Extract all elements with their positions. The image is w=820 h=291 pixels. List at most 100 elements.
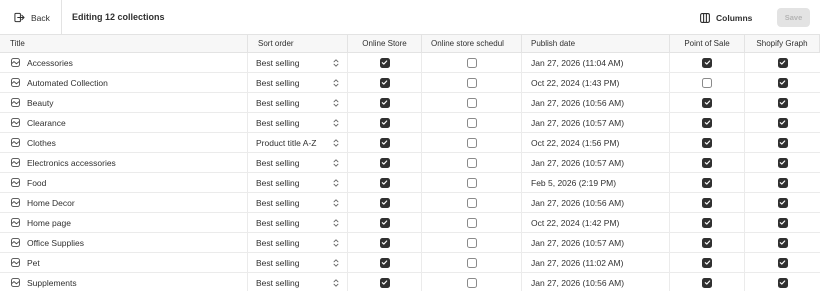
publish-date-cell[interactable]: Jan 27, 2026 (10:57 AM) (522, 113, 670, 132)
online-store-checkbox[interactable] (379, 257, 390, 268)
sort-order-select[interactable]: Product title A-Z (248, 133, 348, 152)
online-store-checkbox[interactable] (379, 117, 390, 128)
online-store-checkbox[interactable] (379, 277, 390, 288)
online-store-schedule-checkbox[interactable] (466, 57, 477, 68)
title-cell[interactable]: Office Supplies (0, 233, 248, 252)
sort-order-select[interactable]: Best selling (248, 253, 348, 272)
shopify-graph-checkbox[interactable] (777, 237, 788, 248)
publish-date-value: Jan 27, 2026 (10:57 AM) (531, 157, 625, 168)
sort-order-select[interactable]: Best selling (248, 153, 348, 172)
publish-date-cell[interactable]: Oct 22, 2024 (1:43 PM) (522, 73, 670, 92)
point-of-sale-checkbox[interactable] (702, 177, 712, 188)
online-store-schedule-checkbox[interactable] (466, 237, 477, 248)
column-header-title[interactable]: Title (0, 35, 248, 52)
point-of-sale-checkbox[interactable] (702, 117, 712, 128)
publish-date-cell[interactable]: Jan 27, 2026 (10:57 AM) (522, 153, 670, 172)
online-store-schedule-checkbox[interactable] (466, 197, 477, 208)
sort-order-select[interactable]: Best selling (248, 173, 348, 192)
column-header-point-of-sale[interactable]: Point of Sale (670, 35, 745, 52)
online-store-schedule-checkbox[interactable] (466, 137, 477, 148)
shopify-graph-checkbox[interactable] (777, 137, 788, 148)
online-store-checkbox[interactable] (379, 137, 390, 148)
publish-date-cell[interactable]: Oct 22, 2024 (1:56 PM) (522, 133, 670, 152)
publish-date-cell[interactable]: Jan 27, 2026 (10:56 AM) (522, 93, 670, 112)
publish-date-cell[interactable]: Jan 27, 2026 (10:56 AM) (522, 193, 670, 212)
column-header-sort-order[interactable]: Sort order (248, 35, 348, 52)
sort-order-select[interactable]: Best selling (248, 53, 348, 72)
publish-date-cell[interactable]: Jan 27, 2026 (11:02 AM) (522, 253, 670, 272)
title-cell[interactable]: Home page (0, 213, 248, 232)
table-row: Electronics accessories Best selling Jan 2… (0, 153, 820, 173)
online-store-checkbox[interactable] (379, 237, 390, 248)
title-cell[interactable]: Food (0, 173, 248, 192)
column-header-online-store-schedule[interactable]: Online store schedul (422, 35, 522, 52)
point-of-sale-checkbox[interactable] (702, 57, 712, 68)
column-header-online-store[interactable]: Online Store (348, 35, 422, 52)
title-cell[interactable]: Beauty (0, 93, 248, 112)
sort-order-select[interactable]: Best selling (248, 113, 348, 132)
back-button[interactable]: Back (0, 0, 62, 35)
online-store-schedule-cell (422, 233, 522, 252)
online-store-schedule-checkbox[interactable] (466, 97, 477, 108)
point-of-sale-checkbox[interactable] (702, 217, 712, 228)
point-of-sale-checkbox[interactable] (702, 277, 712, 288)
shopify-graph-checkbox[interactable] (777, 77, 788, 88)
sort-order-select[interactable]: Best selling (248, 193, 348, 212)
sort-order-select[interactable]: Best selling (248, 213, 348, 232)
title-cell[interactable]: Automated Collection (0, 73, 248, 92)
column-header-shopify-graph[interactable]: Shopify Graph (745, 35, 820, 52)
online-store-schedule-checkbox[interactable] (466, 77, 477, 88)
publish-date-cell[interactable]: Feb 5, 2026 (2:19 PM) (522, 173, 670, 192)
online-store-schedule-checkbox[interactable] (466, 277, 477, 288)
title-cell[interactable]: Home Decor (0, 193, 248, 212)
publish-date-cell[interactable]: Jan 27, 2026 (10:56 AM) (522, 273, 670, 291)
online-store-checkbox[interactable] (379, 97, 390, 108)
title-cell[interactable]: Pet (0, 253, 248, 272)
title-cell[interactable]: Electronics accessories (0, 153, 248, 172)
publish-date-cell[interactable]: Jan 27, 2026 (11:04 AM) (522, 53, 670, 72)
online-store-schedule-checkbox[interactable] (466, 177, 477, 188)
collection-icon (11, 58, 20, 67)
point-of-sale-checkbox[interactable] (702, 257, 712, 268)
online-store-checkbox[interactable] (379, 77, 390, 88)
sort-order-value: Best selling (256, 117, 300, 128)
point-of-sale-checkbox[interactable] (702, 97, 712, 108)
online-store-checkbox[interactable] (379, 197, 390, 208)
point-of-sale-checkbox[interactable] (702, 197, 712, 208)
online-store-schedule-checkbox[interactable] (466, 157, 477, 168)
shopify-graph-checkbox[interactable] (777, 257, 788, 268)
columns-button[interactable]: Columns (700, 0, 752, 35)
title-cell[interactable]: Accessories (0, 53, 248, 72)
online-store-checkbox[interactable] (379, 217, 390, 228)
column-header-publish-date[interactable]: Publish date (522, 35, 670, 52)
shopify-graph-checkbox[interactable] (777, 277, 788, 288)
shopify-graph-checkbox[interactable] (777, 157, 788, 168)
shopify-graph-checkbox[interactable] (777, 217, 788, 228)
online-store-checkbox[interactable] (379, 157, 390, 168)
online-store-schedule-checkbox[interactable] (466, 117, 477, 128)
publish-date-cell[interactable]: Jan 27, 2026 (10:57 AM) (522, 233, 670, 252)
publish-date-cell[interactable]: Oct 22, 2024 (1:42 PM) (522, 213, 670, 232)
shopify-graph-checkbox[interactable] (777, 117, 788, 128)
sort-order-select[interactable]: Best selling (248, 233, 348, 252)
point-of-sale-checkbox[interactable] (702, 77, 712, 88)
point-of-sale-checkbox[interactable] (702, 237, 712, 248)
online-store-schedule-checkbox[interactable] (466, 217, 477, 228)
shopify-graph-checkbox[interactable] (777, 177, 788, 188)
save-button[interactable]: Save (777, 8, 810, 27)
sort-order-select[interactable]: Best selling (248, 73, 348, 92)
title-cell[interactable]: Clearance (0, 113, 248, 132)
point-of-sale-checkbox[interactable] (702, 137, 712, 148)
online-store-schedule-checkbox[interactable] (466, 257, 477, 268)
title-cell[interactable]: Clothes (0, 133, 248, 152)
online-store-schedule-cell (422, 213, 522, 232)
shopify-graph-checkbox[interactable] (777, 97, 788, 108)
point-of-sale-checkbox[interactable] (702, 157, 712, 168)
online-store-checkbox[interactable] (379, 57, 390, 68)
shopify-graph-checkbox[interactable] (777, 197, 788, 208)
title-cell[interactable]: Supplements (0, 273, 248, 291)
sort-order-select[interactable]: Best selling (248, 93, 348, 112)
online-store-checkbox[interactable] (379, 177, 390, 188)
shopify-graph-checkbox[interactable] (777, 57, 788, 68)
sort-order-select[interactable]: Best selling (248, 273, 348, 291)
